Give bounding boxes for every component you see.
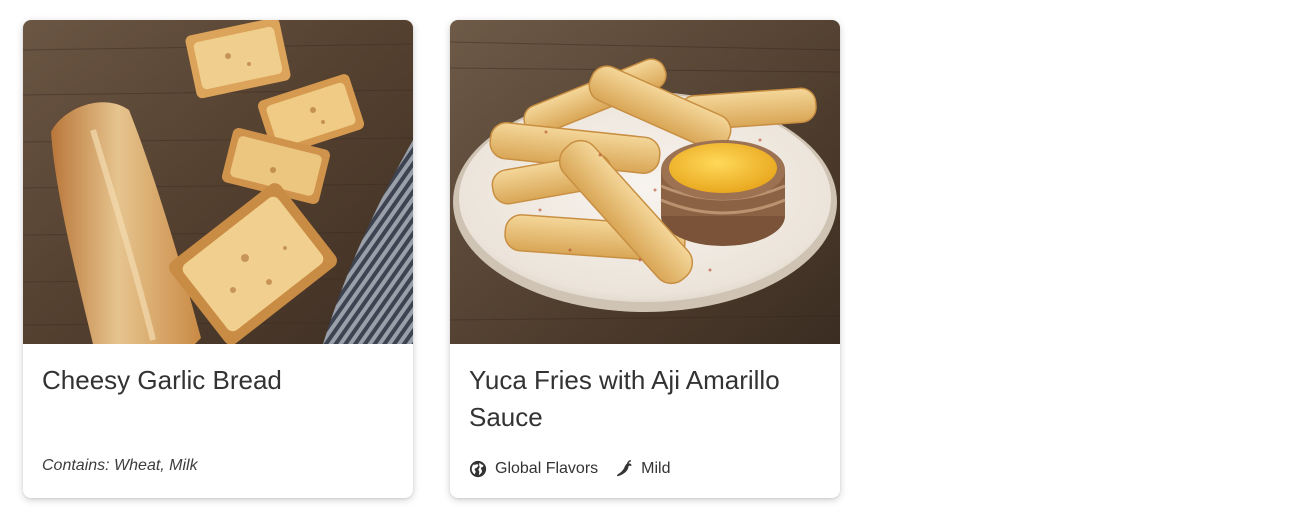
dietary-tags: Global Flavors Mild (469, 460, 688, 478)
allergen-info: Contains: Wheat, Milk (42, 457, 198, 474)
tag-label: Mild (641, 460, 671, 477)
card-title: Yuca Fries with Aji Amarillo Sauce (469, 365, 780, 432)
tag-global-flavors: Global Flavors (469, 460, 598, 478)
garlic-bread-photo (23, 20, 413, 344)
tag-mild: Mild (615, 460, 671, 478)
menu-item-card[interactable]: Cheesy Garlic Bread Contains: Wheat, Mil… (23, 20, 413, 498)
yuca-fries-photo (450, 20, 840, 344)
menu-item-card[interactable]: Yuca Fries with Aji Amarillo Sauce Globa… (450, 20, 840, 498)
chili-pepper-icon (615, 460, 633, 478)
globe-icon (469, 460, 487, 478)
card-title: Cheesy Garlic Bread (42, 365, 282, 395)
tag-label: Global Flavors (495, 460, 599, 477)
